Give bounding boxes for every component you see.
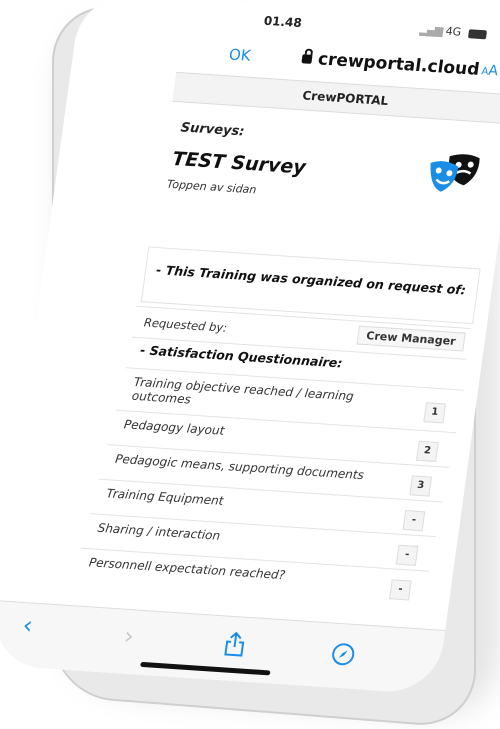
page-content: Surveys: TEST Survey Toppen av sidan - T… xyxy=(76,100,500,635)
network-indicator: ▂▄▆ 4G xyxy=(419,23,488,40)
share-icon[interactable] xyxy=(222,630,247,657)
status-time: 01.48 xyxy=(262,13,303,31)
section-label: Surveys: xyxy=(179,120,246,140)
home-indicator xyxy=(140,661,271,676)
requested-by-label: Requested by: xyxy=(143,315,229,335)
network-type: 4G xyxy=(444,24,463,39)
organized-on-request-text: - This Training was organized on request… xyxy=(155,262,467,298)
question-score: - xyxy=(402,510,426,532)
back-icon[interactable]: ‹ xyxy=(21,611,34,639)
url-host[interactable]: crewportal.cloud xyxy=(317,49,481,80)
text-size-button[interactable]: AAAA xyxy=(481,62,499,80)
phone-screen: 01.48 ▂▄▆ 4G OK crewportal.cloud AAAA ↻ … xyxy=(0,0,500,695)
lock-icon xyxy=(301,54,313,64)
question-score: 3 xyxy=(409,475,432,497)
top-anchor-link[interactable]: Toppen av sidan xyxy=(166,178,257,197)
question-score: 1 xyxy=(423,402,447,424)
forward-icon[interactable]: › xyxy=(122,622,135,650)
phone-device: 01.48 ▂▄▆ 4G OK crewportal.cloud AAAA ↻ … xyxy=(0,0,500,729)
signal-icon: ▂▄▆ xyxy=(418,23,444,38)
question-score: - xyxy=(395,544,419,566)
page-title: TEST Survey xyxy=(170,147,308,179)
done-button[interactable]: OK xyxy=(228,45,252,64)
theater-masks-icon xyxy=(430,154,480,192)
question-score: - xyxy=(389,579,412,601)
battery-icon xyxy=(467,28,488,39)
question-score: 2 xyxy=(416,440,439,462)
compass-icon[interactable] xyxy=(330,642,357,667)
requested-by-value: Crew Manager xyxy=(356,325,466,352)
